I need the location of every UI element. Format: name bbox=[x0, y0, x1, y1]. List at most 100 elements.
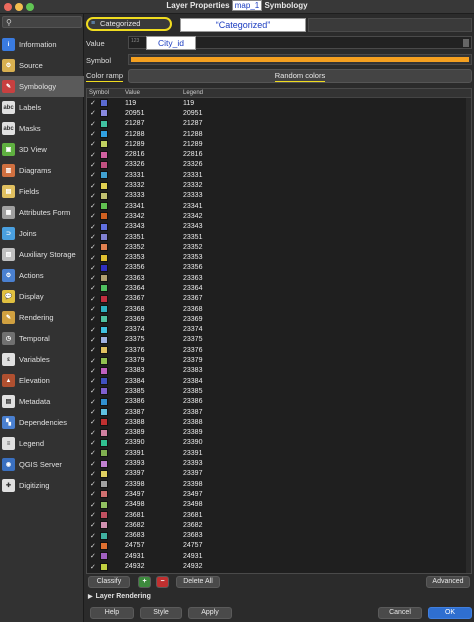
header-legend[interactable]: Legend bbox=[183, 89, 471, 97]
cancel-button[interactable]: Cancel bbox=[378, 607, 422, 619]
category-checkbox[interactable]: ✓ bbox=[87, 532, 99, 540]
category-symbol-swatch[interactable] bbox=[100, 552, 108, 561]
sidebar-item-temporal[interactable]: ◷ Temporal bbox=[0, 328, 84, 349]
table-row[interactable]: ✓ 23397 23397 bbox=[87, 469, 471, 479]
category-symbol-swatch[interactable] bbox=[100, 140, 108, 149]
table-row[interactable]: ✓ 23343 23343 bbox=[87, 222, 471, 232]
table-row[interactable]: ✓ 23363 23363 bbox=[87, 273, 471, 283]
category-symbol-swatch[interactable] bbox=[100, 521, 108, 530]
category-checkbox[interactable]: ✓ bbox=[87, 542, 99, 550]
category-symbol-swatch[interactable] bbox=[100, 212, 108, 221]
header-value[interactable]: Value bbox=[125, 89, 183, 97]
category-symbol-swatch[interactable] bbox=[100, 449, 108, 458]
category-checkbox[interactable]: ✓ bbox=[87, 346, 99, 354]
category-checkbox[interactable]: ✓ bbox=[87, 233, 99, 241]
category-legend[interactable]: 23369 bbox=[183, 316, 471, 323]
table-row[interactable]: ✓ 24932 24932 bbox=[87, 561, 471, 571]
category-symbol-swatch[interactable] bbox=[100, 335, 108, 344]
category-checkbox[interactable]: ✓ bbox=[87, 449, 99, 457]
category-checkbox[interactable]: ✓ bbox=[87, 243, 99, 251]
sidebar-item-dependencies[interactable]: ▚ Dependencies bbox=[0, 412, 84, 433]
category-checkbox[interactable]: ✓ bbox=[87, 223, 99, 231]
category-checkbox[interactable]: ✓ bbox=[87, 367, 99, 375]
category-legend[interactable]: 23497 bbox=[183, 491, 471, 498]
category-checkbox[interactable]: ✓ bbox=[87, 460, 99, 468]
category-checkbox[interactable]: ✓ bbox=[87, 130, 99, 138]
category-checkbox[interactable]: ✓ bbox=[87, 99, 99, 107]
apply-button[interactable]: Apply bbox=[188, 607, 232, 619]
sidebar-item-qgis-server[interactable]: ◉ QGIS Server bbox=[0, 454, 84, 475]
category-symbol-swatch[interactable] bbox=[100, 469, 108, 478]
category-symbol-swatch[interactable] bbox=[100, 438, 108, 447]
category-checkbox[interactable]: ✓ bbox=[87, 470, 99, 478]
header-symbol[interactable]: Symbol bbox=[87, 89, 125, 97]
help-button[interactable]: Help bbox=[90, 607, 134, 619]
table-row[interactable]: ✓ 23368 23368 bbox=[87, 304, 471, 314]
category-checkbox[interactable]: ✓ bbox=[87, 109, 99, 117]
category-checkbox[interactable]: ✓ bbox=[87, 171, 99, 179]
color-ramp-button[interactable]: Random colors bbox=[128, 69, 472, 83]
category-checkbox[interactable]: ✓ bbox=[87, 254, 99, 262]
category-symbol-swatch[interactable] bbox=[100, 233, 108, 241]
category-legend[interactable]: 24757 bbox=[183, 542, 471, 549]
sidebar-item-3d-view[interactable]: ▣ 3D View bbox=[0, 139, 84, 160]
category-symbol-swatch[interactable] bbox=[100, 459, 108, 468]
table-row[interactable]: ✓ 23383 23383 bbox=[87, 366, 471, 376]
category-symbol-swatch[interactable] bbox=[100, 202, 108, 211]
table-row[interactable]: ✓ 23497 23497 bbox=[87, 489, 471, 499]
sidebar-item-elevation[interactable]: ▲ Elevation bbox=[0, 370, 84, 391]
table-row[interactable]: ✓ 23385 23385 bbox=[87, 386, 471, 396]
table-row[interactable]: ✓ 23376 23376 bbox=[87, 345, 471, 355]
category-symbol-swatch[interactable] bbox=[100, 325, 108, 334]
category-checkbox[interactable]: ✓ bbox=[87, 140, 99, 148]
sidebar-item-display[interactable]: 💬 Display bbox=[0, 286, 84, 307]
category-checkbox[interactable]: ✓ bbox=[87, 212, 99, 220]
category-legend[interactable]: 23363 bbox=[183, 275, 471, 282]
sidebar-item-diagrams[interactable]: ▥ Diagrams bbox=[0, 160, 84, 181]
sidebar-item-information[interactable]: i Information bbox=[0, 34, 84, 55]
category-checkbox[interactable]: ✓ bbox=[87, 377, 99, 385]
advanced-button[interactable]: Advanced bbox=[426, 576, 470, 588]
table-row[interactable]: ✓ 23369 23369 bbox=[87, 314, 471, 324]
sidebar-item-labels[interactable]: abc Labels bbox=[0, 97, 84, 118]
category-checkbox[interactable]: ✓ bbox=[87, 501, 99, 509]
category-checkbox[interactable]: ✓ bbox=[87, 439, 99, 447]
category-checkbox[interactable]: ✓ bbox=[87, 336, 99, 344]
category-checkbox[interactable]: ✓ bbox=[87, 398, 99, 406]
category-symbol-swatch[interactable] bbox=[100, 284, 108, 293]
sidebar-item-metadata[interactable]: ▤ Metadata bbox=[0, 391, 84, 412]
category-symbol-swatch[interactable] bbox=[100, 541, 108, 550]
category-symbol-swatch[interactable] bbox=[100, 294, 108, 303]
category-legend[interactable]: 23384 bbox=[183, 378, 471, 385]
category-legend[interactable]: 21289 bbox=[183, 141, 471, 148]
sidebar-item-masks[interactable]: abc Masks bbox=[0, 118, 84, 139]
category-legend[interactable]: 23389 bbox=[183, 429, 471, 436]
category-checkbox[interactable]: ✓ bbox=[87, 480, 99, 488]
table-row[interactable]: ✓ 23389 23389 bbox=[87, 428, 471, 438]
layer-rendering-section[interactable]: ▶ Layer Rendering bbox=[88, 593, 151, 600]
category-legend[interactable]: 21287 bbox=[183, 120, 471, 127]
category-checkbox[interactable]: ✓ bbox=[87, 295, 99, 303]
category-legend[interactable]: 23390 bbox=[183, 439, 471, 446]
category-symbol-swatch[interactable] bbox=[100, 263, 108, 272]
category-symbol-swatch[interactable] bbox=[100, 562, 108, 571]
category-symbol-swatch[interactable] bbox=[100, 253, 108, 262]
category-checkbox[interactable]: ✓ bbox=[87, 429, 99, 437]
category-legend[interactable]: 23353 bbox=[183, 254, 471, 261]
table-row[interactable]: ✓ 23379 23379 bbox=[87, 355, 471, 365]
add-category-button[interactable]: + bbox=[138, 576, 151, 588]
category-symbol-swatch[interactable] bbox=[100, 356, 108, 365]
table-row[interactable]: ✓ 23367 23367 bbox=[87, 294, 471, 304]
category-symbol-swatch[interactable] bbox=[100, 99, 108, 108]
category-legend[interactable]: 23364 bbox=[183, 285, 471, 292]
remove-category-button[interactable]: − bbox=[156, 576, 169, 588]
sidebar-search-input[interactable]: ⚲ bbox=[2, 16, 82, 28]
table-row[interactable]: ✓ 23387 23387 bbox=[87, 407, 471, 417]
category-symbol-swatch[interactable] bbox=[100, 480, 108, 489]
table-row[interactable]: ✓ 23352 23352 bbox=[87, 242, 471, 252]
sidebar-item-rendering[interactable]: ✎ Rendering bbox=[0, 307, 84, 328]
table-row[interactable]: ✓ 23356 23356 bbox=[87, 263, 471, 273]
table-row[interactable]: ✓ 21289 21289 bbox=[87, 139, 471, 149]
category-legend[interactable]: 23681 bbox=[183, 512, 471, 519]
table-row[interactable]: ✓ 24757 24757 bbox=[87, 541, 471, 551]
